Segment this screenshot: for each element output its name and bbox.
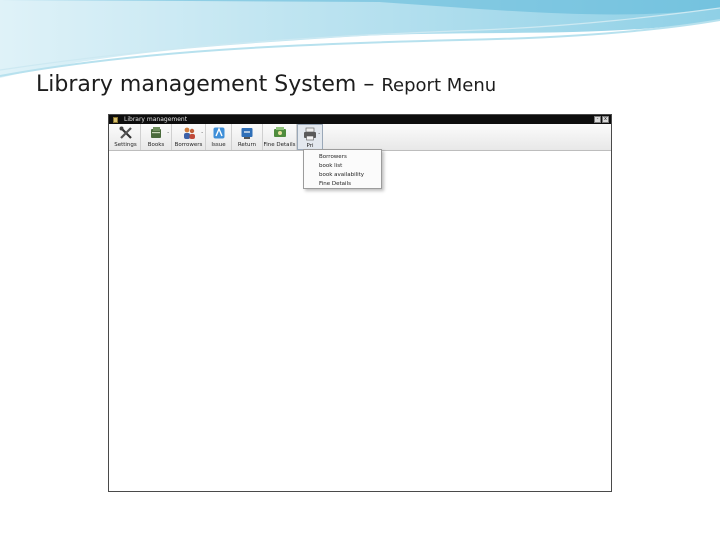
- return-icon: [241, 128, 253, 139]
- report-dropdown-menu: Borrowers book list book availability Fi…: [303, 149, 382, 189]
- toolbar-borrowers-label: Borrowers: [174, 142, 203, 148]
- toolbar-fine-details-button[interactable]: Fine Details: [263, 124, 297, 150]
- chevron-down-icon: -: [167, 130, 169, 136]
- window-controls: - x: [594, 116, 609, 123]
- toolbar-return-button[interactable]: Return: [232, 124, 263, 150]
- toolbar-return-label: Return: [237, 142, 257, 148]
- slide-title-sub: Report Menu: [381, 75, 497, 96]
- toolbar-fine-details-label: Fine Details: [263, 142, 296, 148]
- close-button[interactable]: x: [602, 116, 609, 123]
- books-icon: [151, 127, 161, 138]
- toolbar-issue-button[interactable]: Issue: [206, 124, 232, 150]
- printer-icon: [304, 127, 316, 141]
- chevron-down-icon: -: [201, 130, 203, 136]
- report-menu-item-book-availability[interactable]: book availability: [304, 171, 381, 180]
- toolbar-settings-button[interactable]: Settings: [111, 124, 141, 150]
- title-bar: Library management - x: [109, 115, 611, 124]
- toolbar-borrowers-button[interactable]: Borrowers -: [172, 124, 206, 150]
- report-menu-item-book-list[interactable]: book list: [304, 162, 381, 171]
- toolbar-settings-label: Settings: [114, 142, 137, 148]
- issue-icon: [213, 127, 224, 139]
- report-menu-item-fine-details[interactable]: Fine Details: [304, 180, 381, 189]
- toolbar-books-button[interactable]: Books -: [141, 124, 172, 150]
- window-title: Library management: [124, 116, 188, 123]
- users-icon: [183, 127, 195, 139]
- app-window: Library management - x Settings Books -: [108, 114, 612, 492]
- toolbar-print-button[interactable]: Pri -: [297, 124, 323, 150]
- chevron-down-icon: -: [318, 131, 320, 137]
- tools-icon: [119, 126, 132, 139]
- slide-title-separator: –: [363, 72, 375, 97]
- toolbar-books-label: Books: [147, 142, 165, 148]
- report-menu-item-borrowers[interactable]: Borrowers: [304, 153, 381, 162]
- app-icon: [113, 116, 118, 123]
- slide-title: Library management System – Report Menu: [36, 72, 496, 97]
- toolbar: Settings Books - Borrowers - Issue Retur…: [109, 124, 611, 151]
- fine-icon: [273, 127, 286, 137]
- slide-title-main: Library management System: [36, 72, 357, 97]
- minimize-button[interactable]: -: [594, 116, 601, 123]
- toolbar-issue-label: Issue: [211, 142, 226, 148]
